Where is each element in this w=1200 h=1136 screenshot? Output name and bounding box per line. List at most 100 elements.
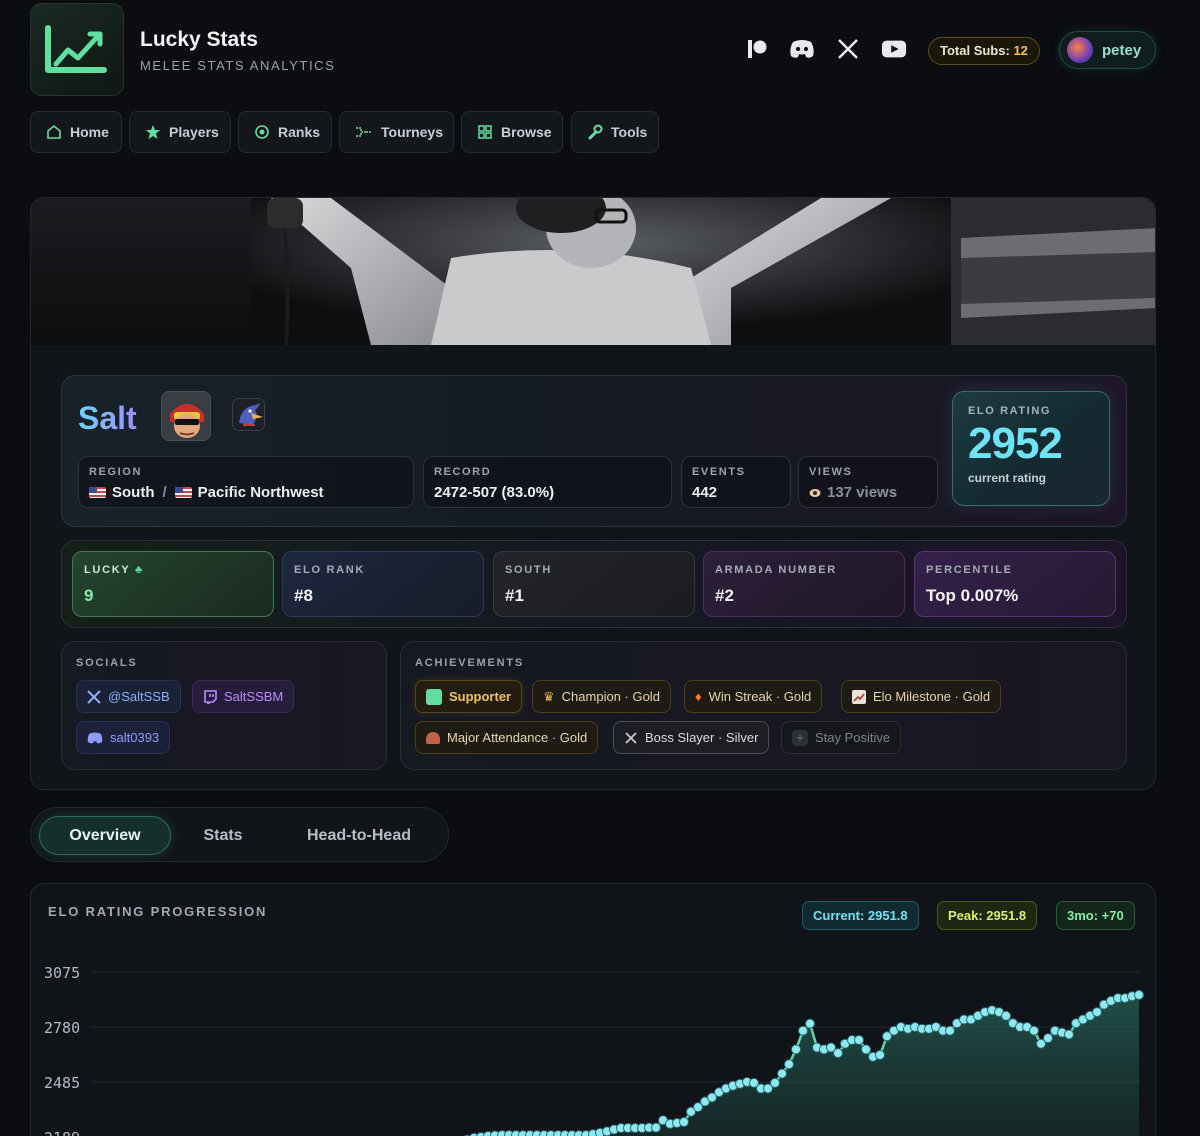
tile-percentile-label: PERCENTILE	[926, 564, 1013, 576]
achievement-champion[interactable]: ♛ Champion · Gold	[532, 680, 671, 713]
region-box: REGION South / Pacific Northwest	[78, 456, 414, 508]
us-flag-icon	[174, 487, 192, 498]
achievement-boss-slayer[interactable]: Boss Slayer · Silver	[613, 721, 770, 754]
swords-icon	[625, 731, 637, 744]
elo-data-point[interactable]	[651, 1122, 661, 1133]
youtube-icon[interactable]	[881, 36, 907, 62]
record-value: 2472-507 (83.0%)	[434, 484, 555, 501]
elo-data-point[interactable]	[1029, 1025, 1039, 1036]
app-header: Lucky Stats MELEE STATS ANALYTICS Total …	[0, 0, 1200, 100]
social-twitch-handle: SaltSSBM	[224, 689, 284, 704]
profile-tabs: Overview Stats Head-to-Head	[30, 807, 449, 862]
tile-south[interactable]: SOUTH #1	[493, 551, 695, 617]
elo-data-point[interactable]	[777, 1068, 787, 1079]
achievement-elo-milestone[interactable]: Elo Milestone · Gold	[841, 680, 1002, 713]
achievement-supporter-label: Supporter	[449, 689, 512, 704]
elo-data-point[interactable]	[1001, 1010, 1011, 1021]
y-tick-label: 2189	[44, 1129, 80, 1136]
player-profile-card: Salt REGION South / Pacific Northwest RE…	[30, 197, 1156, 790]
elo-data-point[interactable]	[784, 1059, 794, 1070]
tile-armada-number[interactable]: ARMADA NUMBER #2	[703, 551, 905, 617]
nav-tools[interactable]: Tools	[571, 111, 659, 153]
elo-data-point[interactable]	[798, 1025, 808, 1036]
views-label: VIEWS	[809, 466, 853, 478]
x-icon[interactable]	[835, 36, 861, 62]
elo-caption: current rating	[968, 471, 1047, 485]
tile-elo-rank-value: #8	[294, 586, 313, 605]
tile-south-value: #1	[505, 586, 524, 605]
nav-tourneys-label: Tourneys	[381, 124, 443, 140]
views-box: VIEWS 137 views	[798, 456, 938, 508]
wrench-icon	[588, 124, 603, 140]
elo-data-point[interactable]	[1092, 1007, 1102, 1018]
eye-icon	[809, 488, 821, 497]
discord-icon[interactable]	[789, 36, 815, 62]
total-subs-label: Total Subs:	[940, 43, 1010, 58]
elo-data-point[interactable]	[833, 1048, 843, 1059]
achievements-card: ACHIEVEMENTS Supporter ♛ Champion · Gold…	[400, 641, 1127, 770]
nav-home[interactable]: Home	[30, 111, 122, 153]
region-separator: /	[162, 484, 167, 501]
supporter-icon	[426, 688, 442, 705]
elo-data-point[interactable]	[861, 1044, 871, 1055]
elo-data-point[interactable]	[770, 1077, 780, 1088]
achievement-elo-milestone-label: Elo Milestone · Gold	[873, 689, 991, 704]
nav-browse-label: Browse	[501, 124, 552, 140]
achievement-major-attendance-label: Major Attendance · Gold	[447, 730, 588, 745]
region-primary[interactable]: South	[112, 484, 155, 501]
tile-armada-number-label: ARMADA NUMBER	[715, 564, 837, 576]
tab-overview[interactable]: Overview	[39, 816, 171, 855]
elo-data-point[interactable]	[805, 1018, 815, 1029]
twitch-icon	[204, 689, 217, 704]
chart-plot: 3075 2780 2485 2189	[44, 964, 1144, 1136]
social-discord-link[interactable]: salt0393	[76, 721, 171, 754]
achievement-supporter[interactable]: Supporter	[415, 680, 523, 713]
tile-elo-rank[interactable]: ELO RANK #8	[282, 551, 484, 617]
elo-data-point[interactable]	[1064, 1029, 1074, 1040]
clover-icon: ♣	[134, 564, 144, 576]
tile-percentile[interactable]: PERCENTILE Top 0.007%	[914, 551, 1116, 617]
social-x-link[interactable]: @SaltSSB	[76, 680, 181, 713]
tab-head-to-head[interactable]: Head-to-Head	[275, 816, 443, 855]
elo-data-point[interactable]	[854, 1035, 864, 1046]
y-tick-label: 3075	[44, 964, 80, 982]
bracket-icon	[356, 127, 372, 137]
falco-icon[interactable]	[232, 398, 265, 431]
y-tick-label: 2780	[44, 1019, 80, 1037]
social-twitch-link[interactable]: SaltSSBM	[192, 680, 295, 713]
tile-south-label: SOUTH	[505, 564, 552, 576]
nav-browse[interactable]: Browse	[461, 111, 563, 153]
achievement-major-attendance[interactable]: Major Attendance · Gold	[415, 721, 599, 754]
events-label: EVENTS	[692, 466, 746, 478]
nav-players[interactable]: Players	[129, 111, 231, 153]
elo-data-point[interactable]	[679, 1117, 689, 1128]
user-menu-button[interactable]: petey	[1059, 31, 1156, 69]
achievement-win-streak[interactable]: ♦ Win Streak · Gold	[684, 680, 823, 713]
player-name: Salt	[78, 400, 137, 436]
total-subs-badge: Total Subs: 12	[928, 37, 1040, 65]
elo-data-point[interactable]	[1134, 989, 1144, 1000]
logo[interactable]	[30, 3, 124, 96]
events-box: EVENTS 442	[681, 456, 791, 508]
nav-tourneys[interactable]: Tourneys	[339, 111, 454, 153]
patreon-icon[interactable]	[744, 36, 770, 62]
captain-falcon-icon[interactable]	[161, 391, 211, 441]
tile-elo-rank-label: ELO RANK	[294, 564, 366, 576]
tile-lucky[interactable]: LUCKY ♣ 9	[72, 551, 274, 617]
elo-value: 2952	[968, 419, 1063, 468]
region-secondary[interactable]: Pacific Northwest	[198, 484, 324, 501]
elo-data-point[interactable]	[1043, 1033, 1053, 1044]
region-label: REGION	[89, 466, 142, 478]
views-value: 137 views	[827, 484, 898, 501]
total-subs-value: 12	[1013, 43, 1028, 58]
tile-lucky-value: 9	[84, 586, 94, 605]
elo-data-point[interactable]	[945, 1025, 955, 1036]
nav-ranks[interactable]: Ranks	[238, 111, 332, 153]
elo-data-point[interactable]	[875, 1049, 885, 1060]
elo-data-point[interactable]	[791, 1044, 801, 1055]
achievement-stay-positive[interactable]: + Stay Positive	[781, 721, 902, 754]
chart-up-icon	[852, 689, 866, 704]
user-name: petey	[1102, 41, 1142, 59]
tab-stats[interactable]: Stats	[181, 816, 265, 855]
x-icon	[87, 689, 101, 704]
